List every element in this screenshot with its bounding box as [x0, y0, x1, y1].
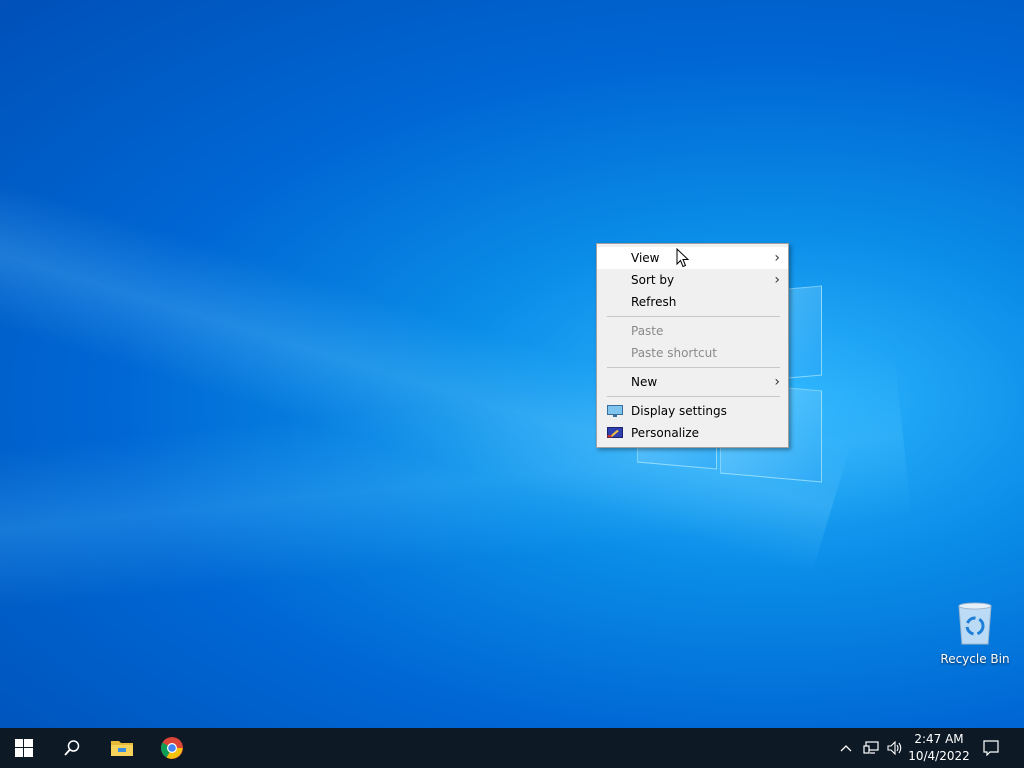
show-hidden-icons-button[interactable] [836, 728, 856, 768]
network-icon [863, 741, 879, 754]
volume-button[interactable] [884, 728, 906, 768]
action-center-icon [983, 740, 999, 756]
menu-separator [607, 367, 780, 368]
clock-date: 10/4/2022 [908, 749, 970, 763]
menu-item-label: New [631, 375, 658, 389]
taskbar: 2:47 AM 10/4/2022 [0, 728, 1024, 768]
menu-item-label: Personalize [631, 426, 700, 440]
taskbar-clock[interactable]: 2:47 AM 10/4/2022 [908, 731, 970, 765]
menu-item-display-settings[interactable]: Display settings [597, 400, 788, 422]
file-explorer-button[interactable] [98, 728, 146, 768]
menu-item-paste-shortcut[interactable]: Paste shortcut [597, 342, 788, 364]
search-button[interactable] [48, 728, 96, 768]
menu-item-refresh[interactable]: Refresh [597, 291, 788, 313]
menu-item-label: Refresh [631, 295, 677, 309]
menu-item-paste[interactable]: Paste [597, 320, 788, 342]
search-icon [64, 740, 80, 756]
chevron-up-icon [840, 745, 852, 752]
action-center-button[interactable] [968, 728, 1014, 768]
clock-time: 2:47 AM [914, 732, 964, 746]
chevron-right-icon: › [774, 250, 780, 266]
network-button[interactable] [860, 728, 882, 768]
menu-item-personalize[interactable]: Personalize [597, 422, 788, 444]
recycle-bin-icon [958, 602, 992, 645]
mouse-cursor-icon [676, 248, 690, 268]
desktop-icon-label: Recycle Bin [940, 652, 1010, 666]
windows-logo-icon [15, 739, 33, 757]
chrome-button[interactable] [148, 728, 196, 768]
menu-separator [607, 396, 780, 397]
menu-item-label: Paste shortcut [631, 346, 717, 360]
personalize-icon [607, 427, 623, 438]
folder-icon [111, 741, 133, 756]
chrome-icon [161, 737, 183, 759]
menu-item-view[interactable]: View › [597, 247, 788, 269]
start-button[interactable] [0, 728, 48, 768]
menu-item-new[interactable]: New › [597, 371, 788, 393]
chevron-right-icon: › [774, 272, 780, 288]
menu-separator [607, 316, 780, 317]
desktop-background[interactable]: Recycle Bin View › Sort by › Refresh Pas… [0, 0, 1024, 728]
display-settings-icon [607, 405, 623, 417]
desktop-context-menu: View › Sort by › Refresh Paste Paste sho… [596, 243, 789, 448]
menu-item-label: Sort by [631, 273, 675, 287]
volume-icon [887, 741, 902, 755]
menu-item-label: View [631, 251, 660, 265]
menu-item-label: Display settings [631, 404, 727, 418]
menu-item-sort-by[interactable]: Sort by › [597, 269, 788, 291]
chevron-right-icon: › [774, 374, 780, 390]
desktop-icon-recycle-bin[interactable]: Recycle Bin [938, 598, 1012, 670]
menu-item-label: Paste [631, 324, 664, 338]
